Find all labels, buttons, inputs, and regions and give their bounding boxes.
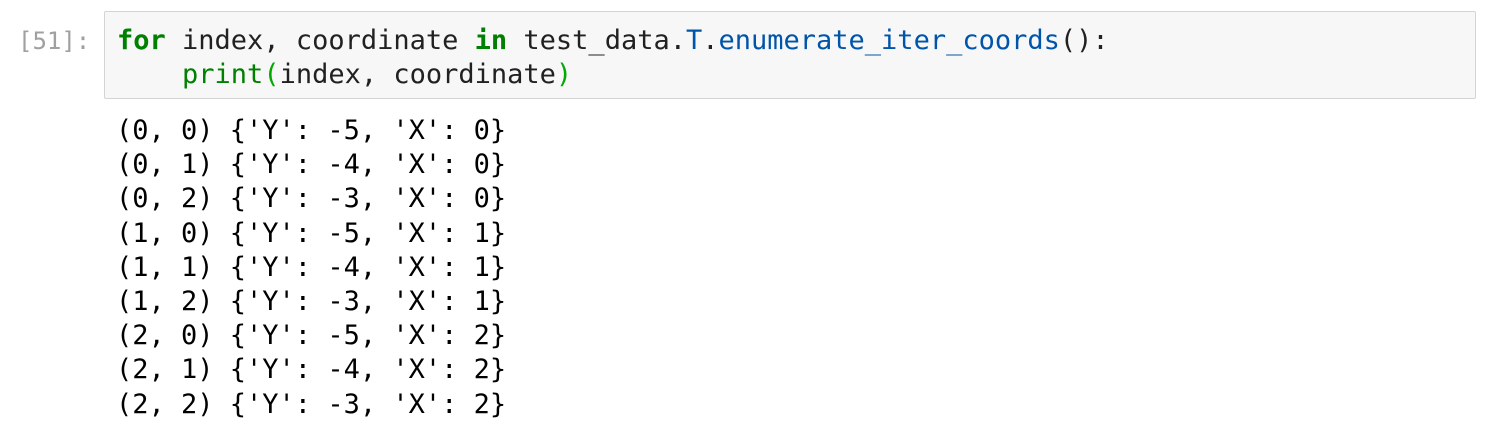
output-line: (0, 2) {'Y': -3, 'X': 0} [116,183,507,215]
output-line: (0, 0) {'Y': -5, 'X': 0} [116,115,507,146]
builtin-print: print [182,59,264,90]
code-input-area[interactable]: for index, coordinate in test_data.T.enu… [104,11,1476,99]
code-line-2: print(index, coordinate) [117,58,1109,92]
method-name: enumerate_iter_coords [718,25,1060,56]
code-editor[interactable]: for index, coordinate in test_data.T.enu… [117,24,1109,92]
code-call-end: (): [1059,25,1109,56]
keyword-in: in [474,25,508,56]
output-line: (0, 1) {'Y': -4, 'X': 0} [116,149,507,181]
open-paren: ( [263,59,280,90]
execution-count-prompt: [51]: [18,27,91,55]
keyword-for: for [117,25,166,56]
code-dot: . [702,25,719,56]
output-line: (2, 2) {'Y': -3, 'X': 2} [116,388,507,420]
close-paren: ) [555,59,573,90]
attribute-t: T [685,25,703,56]
notebook-code-cell[interactable]: [51]: for index, coordinate in test_data… [0,0,1492,428]
output-line: (1, 1) {'Y': -4, 'X': 1} [116,251,507,283]
code-line-1: for index, coordinate in test_data.T.enu… [117,24,1109,58]
output-line: (2, 0) {'Y': -5, 'X': 2} [116,320,507,352]
output-line: (2, 1) {'Y': -4, 'X': 2} [116,354,507,386]
output-line: (1, 2) {'Y': -3, 'X': 1} [116,285,507,317]
output-line: (1, 0) {'Y': -5, 'X': 1} [116,217,507,249]
code-segment: index, coordinate [165,25,475,56]
print-args: index, coordinate [279,59,556,90]
code-segment: test_data. [507,25,686,56]
cell-output: (0, 0) {'Y': -5, 'X': 0} (0, 1) {'Y': -4,… [116,114,506,422]
